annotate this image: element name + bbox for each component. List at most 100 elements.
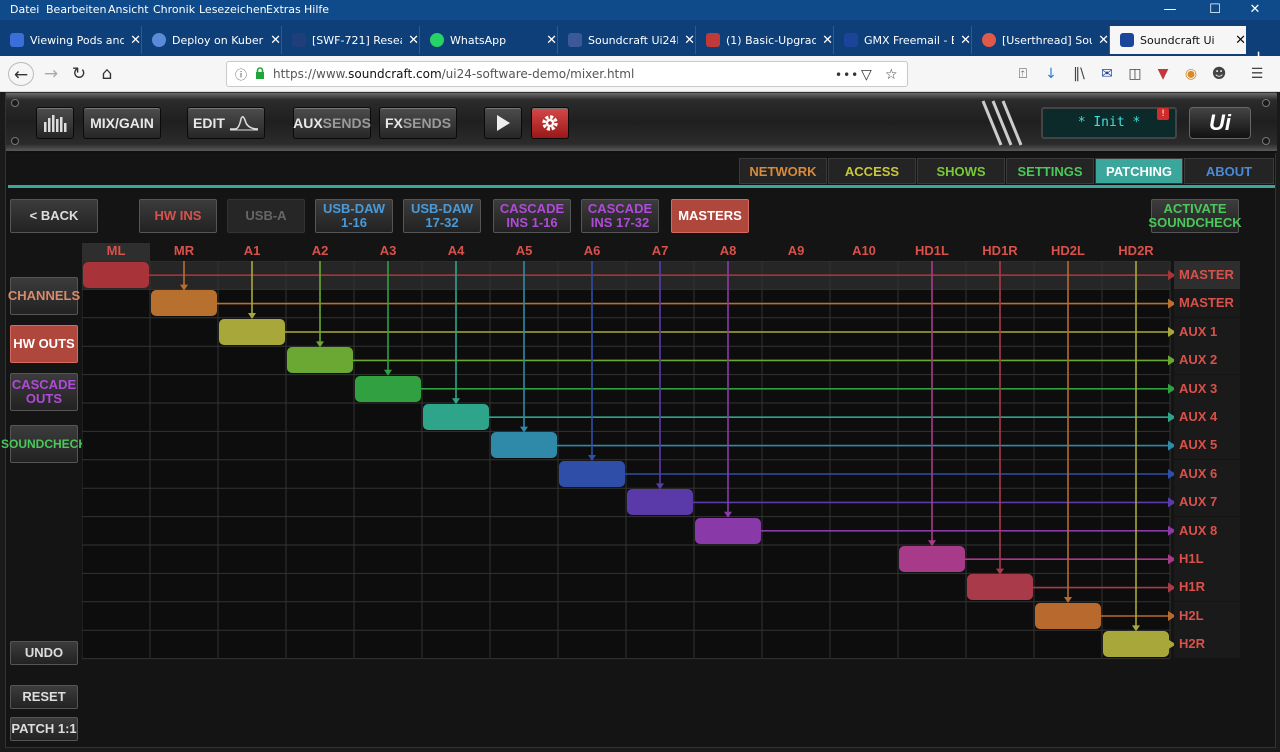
browser-tab[interactable]: Soundcraft Ui24R ✕ bbox=[558, 26, 696, 54]
minimize-icon[interactable]: — bbox=[1150, 2, 1190, 20]
cascade-ins-1-16-button[interactable]: CASCADE INS 1-16 bbox=[493, 199, 571, 233]
facebook-icon bbox=[568, 33, 582, 47]
close-icon[interactable]: ✕ bbox=[270, 33, 281, 48]
back-arrow-icon[interactable]: ← bbox=[8, 62, 34, 86]
usb-a-button[interactable]: USB-A bbox=[227, 199, 305, 233]
close-icon[interactable]: ✕ bbox=[408, 33, 419, 48]
bookmark-star-icon[interactable]: ☆ bbox=[885, 67, 898, 83]
fx-sends-button[interactable]: FX SENDS bbox=[379, 107, 457, 139]
tab-settings[interactable]: SETTINGS bbox=[1006, 158, 1094, 184]
menu-extras[interactable]: Extras bbox=[266, 3, 301, 16]
patch-point[interactable] bbox=[967, 574, 1033, 601]
patch-point[interactable] bbox=[151, 290, 217, 317]
more-icon[interactable]: ••• bbox=[835, 68, 859, 82]
menu-bearbeiten[interactable]: Bearbeiten bbox=[46, 3, 106, 16]
close-icon[interactable]: ✕ bbox=[130, 33, 141, 48]
browser-tab[interactable]: Deploy on Kuber ✕ bbox=[142, 26, 282, 54]
tab-label: Soundcraft Ui24R bbox=[588, 33, 679, 47]
settings-button[interactable] bbox=[531, 107, 569, 139]
patch-point[interactable] bbox=[491, 432, 557, 459]
usb-daw-1-16-button[interactable]: USB-DAW 1-16 bbox=[315, 199, 393, 233]
browser-tab[interactable]: WhatsApp ✕ bbox=[420, 26, 558, 54]
patch-1-1-button[interactable]: PATCH 1:1 bbox=[10, 717, 78, 741]
status-display: * Init *! bbox=[1041, 107, 1177, 139]
close-icon[interactable]: ✕ bbox=[960, 33, 971, 48]
meters-button[interactable] bbox=[36, 107, 74, 139]
account-icon[interactable]: ☻ bbox=[1210, 65, 1228, 83]
patch-point[interactable] bbox=[695, 517, 761, 544]
browser-tab-active[interactable]: Soundcraft Ui ✕ bbox=[1110, 26, 1246, 54]
browser-tab[interactable]: Viewing Pods and ✕ bbox=[0, 26, 142, 54]
aux-sends-button[interactable]: AUX SENDS bbox=[293, 107, 371, 139]
hw-ins-button[interactable]: HW INS bbox=[139, 199, 217, 233]
tab-access[interactable]: ACCESS bbox=[828, 158, 916, 184]
cascade-ins-17-32-button[interactable]: CASCADE INS 17-32 bbox=[581, 199, 659, 233]
close-icon[interactable]: ✕ bbox=[1235, 33, 1246, 48]
patch-point[interactable] bbox=[287, 347, 353, 374]
back-button[interactable]: < BACK bbox=[10, 199, 98, 233]
patch-point[interactable] bbox=[355, 375, 421, 402]
reset-button[interactable]: RESET bbox=[10, 685, 78, 709]
patch-point[interactable] bbox=[1103, 631, 1169, 658]
edit-button[interactable]: EDIT bbox=[187, 107, 265, 139]
forward-arrow-icon[interactable]: → bbox=[38, 62, 64, 86]
url-path: /ui24-software-demo/mixer.html bbox=[441, 67, 635, 81]
patch-point[interactable] bbox=[627, 489, 693, 516]
tab-shows[interactable]: SHOWS bbox=[917, 158, 1005, 184]
mix-gain-button[interactable]: MIX/GAIN bbox=[83, 107, 161, 139]
patch-point[interactable] bbox=[899, 546, 965, 572]
patch-point[interactable] bbox=[83, 262, 149, 288]
tab-network[interactable]: NETWORK bbox=[739, 158, 827, 184]
close-icon[interactable]: ✕ bbox=[1098, 33, 1109, 48]
meters-icon bbox=[44, 115, 67, 132]
menu-chronik[interactable]: Chronik bbox=[153, 3, 195, 16]
browser-tab[interactable]: [Userthread] Sour ✕ bbox=[972, 26, 1110, 54]
column-header-mr: MR bbox=[173, 243, 195, 258]
hamburger-menu-icon[interactable]: ☰ bbox=[1248, 65, 1266, 83]
play-button[interactable] bbox=[484, 107, 522, 139]
masters-button[interactable]: MASTERS bbox=[671, 199, 749, 233]
mail-icon[interactable]: ✉ bbox=[1098, 65, 1116, 83]
reload-icon[interactable]: ↻ bbox=[66, 62, 92, 86]
patch-point[interactable] bbox=[1035, 602, 1101, 629]
close-icon[interactable]: ✕ bbox=[546, 33, 557, 48]
info-icon[interactable]: ⓘ bbox=[235, 66, 247, 83]
usb-daw-17-32-button[interactable]: USB-DAW 17-32 bbox=[403, 199, 481, 233]
undo-button[interactable]: UNDO bbox=[10, 641, 78, 665]
row-label-aux-8: AUX 8 bbox=[1174, 516, 1240, 545]
patch-point[interactable] bbox=[219, 318, 285, 345]
downloads-tray-icon[interactable]: ⍐ bbox=[1014, 65, 1032, 83]
close-icon[interactable]: ✕ bbox=[822, 33, 833, 48]
patch-point[interactable] bbox=[559, 460, 625, 487]
home-icon[interactable]: ⌂ bbox=[94, 62, 120, 86]
browser-tab[interactable]: (1) Basic-Upgrad ✕ bbox=[696, 26, 834, 54]
column-header-a5: A5 bbox=[515, 243, 533, 258]
library-icon[interactable]: ‖\ bbox=[1070, 65, 1088, 83]
download-icon[interactable]: ↓ bbox=[1042, 65, 1060, 83]
tab-label: GMX Freemail - E bbox=[864, 33, 955, 47]
menu-ansicht[interactable]: Ansicht bbox=[108, 3, 149, 16]
sidebar-icon[interactable]: ◫ bbox=[1126, 65, 1144, 83]
soundcheck-button[interactable]: SOUNDCHECK bbox=[1, 425, 87, 463]
menu-hilfe[interactable]: Hilfe bbox=[304, 3, 329, 16]
hw-outs-button[interactable]: HW OUTS bbox=[10, 325, 78, 363]
tab-label: Deploy on Kuber bbox=[172, 33, 264, 47]
tab-about[interactable]: ABOUT bbox=[1184, 158, 1274, 184]
address-bar[interactable]: ⓘ https://www.soundcraft.com/ui24-softwa… bbox=[226, 61, 908, 87]
cascade-outs-button[interactable]: CASCADE OUTS bbox=[10, 373, 78, 411]
menu-datei[interactable]: Datei bbox=[10, 3, 39, 16]
menu-lesezeichen[interactable]: Lesezeichen bbox=[199, 3, 267, 16]
close-icon[interactable]: ✕ bbox=[684, 33, 695, 48]
tab-patching[interactable]: PATCHING bbox=[1095, 158, 1183, 184]
activate-soundcheck-button[interactable]: ACTIVATE SOUNDCHECK bbox=[1148, 199, 1242, 233]
browser-tab[interactable]: GMX Freemail - E ✕ bbox=[834, 26, 972, 54]
channels-button[interactable]: CHANNELS bbox=[8, 277, 80, 315]
maximize-icon[interactable]: ☐ bbox=[1195, 2, 1235, 20]
patch-point[interactable] bbox=[423, 404, 489, 430]
extension-icon[interactable]: ◉ bbox=[1182, 65, 1200, 83]
close-icon[interactable]: ✕ bbox=[1235, 2, 1275, 20]
pocket-icon[interactable]: ▽ bbox=[861, 67, 872, 83]
extension-icon[interactable]: ▼ bbox=[1154, 65, 1172, 83]
browser-tab[interactable]: [SWF-721] Resear ✕ bbox=[282, 26, 420, 54]
alert-badge[interactable]: ! bbox=[1157, 108, 1169, 120]
